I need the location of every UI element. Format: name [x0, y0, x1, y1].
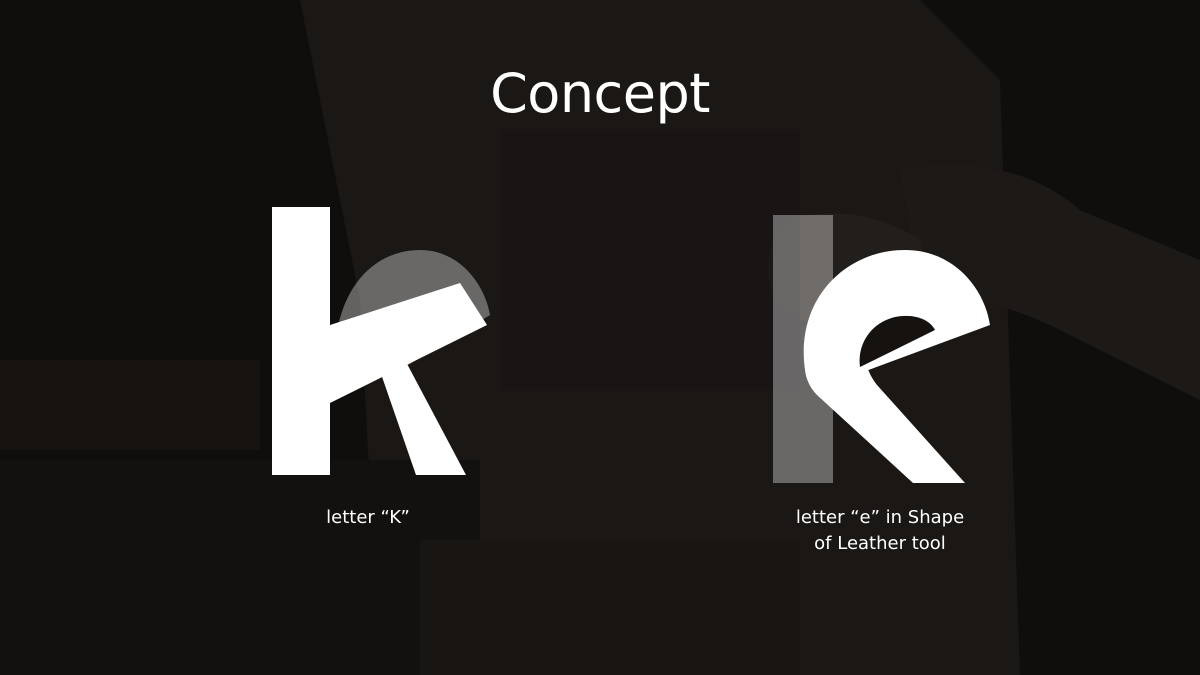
concept-slide: Concept letter “K” letter “e” in Shape o… [0, 0, 1200, 675]
letter-e-caption-line2: of Leather tool [814, 533, 946, 554]
letter-e-caption-line1: letter “e” in Shape [795, 507, 965, 528]
letter-e-leather-tool-icon [773, 215, 990, 483]
letter-e-caption: letter “e” in Shape of Leather tool [770, 505, 990, 557]
page-title: Concept [490, 62, 710, 125]
letter-k-icon [272, 207, 490, 475]
letter-k-caption: letter “K” [326, 507, 410, 528]
